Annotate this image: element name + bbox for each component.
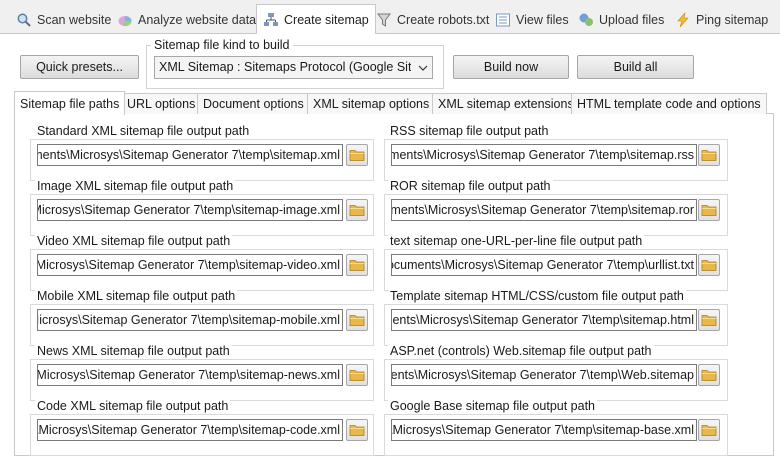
tab-sitemap-file-paths[interactable]: Sitemap file paths [14,91,126,115]
sitemap-options-tab-strip: Sitemap file paths URL options Document … [14,91,774,115]
pie-chart-icon [117,12,133,28]
tab-document-options[interactable]: Document options [197,93,310,114]
browse-folder-button[interactable] [346,364,368,386]
tab-scan-website[interactable]: Scan website [10,6,117,34]
path-value: ocuments\Microsys\Sitemap Generator 7\te… [391,258,694,272]
path-label: ROR sitemap file output path [388,179,553,193]
browse-folder-button[interactable] [346,199,368,221]
quick-presets-button[interactable]: Quick presets... [20,55,139,79]
folder-icon [349,148,365,162]
folder-icon [349,313,365,327]
tab-view-files[interactable]: View files [489,6,575,34]
folder-icon [701,423,717,437]
path-input[interactable]: \Microsys\Sitemap Generator 7\temp\sitem… [391,419,697,441]
browse-folder-button[interactable] [698,254,720,276]
path-input[interactable]: ments\Microsys\Sitemap Generator 7\temp\… [391,199,697,221]
path-input[interactable]: \Microsys\Sitemap Generator 7\temp\sitem… [37,419,343,441]
path-input[interactable]: ments\Microsys\Sitemap Generator 7\temp\… [37,144,343,166]
path-label: RSS sitemap file output path [388,124,551,138]
sitemap-kind-value: XML Sitemap : Sitemaps Protocol (Google … [159,60,411,74]
path-value: \Microsys\Sitemap Generator 7\temp\sitem… [37,313,340,327]
tab-analyze-website-data[interactable]: Analyze website data [111,6,262,34]
build-now-button[interactable]: Build now [453,55,569,79]
filter-icon [376,12,392,28]
folder-icon [349,258,365,272]
browse-folder-button[interactable] [346,144,368,166]
path-value: ents\Microsys\Sitemap Generator 7\temp\s… [392,313,694,327]
folder-icon [349,423,365,437]
path-input[interactable]: \Microsys\Sitemap Generator 7\temp\sitem… [37,309,343,331]
path-value: \Microsys\Sitemap Generator 7\temp\sitem… [391,423,694,437]
path-input[interactable]: ents\Microsys\Sitemap Generator 7\temp\s… [391,309,697,331]
path-input[interactable]: ,Microsys\Sitemap Generator 7\temp\sitem… [37,364,343,386]
path-label: Google Base sitemap file output path [388,399,597,413]
tab-create-sitemap[interactable]: Create sitemap [256,4,376,35]
path-label: Standard XML sitemap file output path [35,124,252,138]
tab-create-robots[interactable]: Create robots.txt [370,6,495,34]
folder-icon [701,203,717,217]
lightning-icon [675,11,691,28]
path-label: text sitemap one-URL-per-line file outpu… [388,234,645,248]
tab-ping-sitemap[interactable]: Ping sitemap [669,6,774,34]
folder-icon [701,368,717,382]
folder-icon [349,368,365,382]
path-value: ments\Microsys\Sitemap Generator 7\temp\… [37,148,340,162]
folder-icon [349,203,365,217]
tab-html-template[interactable]: HTML template code and options [571,93,767,114]
sitemap-kind-label: Sitemap file kind to build [151,38,293,52]
path-label: Template sitemap HTML/CSS/custom file ou… [388,289,686,303]
magnifier-icon [16,12,32,28]
tab-url-options[interactable]: URL options [121,93,202,114]
browse-folder-button[interactable] [346,254,368,276]
folder-icon [701,313,717,327]
path-label: Video XML sitemap file output path [35,234,233,248]
sitemap-kind-select[interactable]: XML Sitemap : Sitemaps Protocol (Google … [154,56,433,79]
list-icon [495,12,511,28]
main-tab-strip: Scan website Analyze website data Create… [0,0,780,35]
browse-folder-button[interactable] [698,419,720,441]
browse-folder-button[interactable] [698,364,720,386]
path-value: ments\Microsys\Sitemap Generator 7\temp\… [391,148,694,162]
browse-folder-button[interactable] [698,144,720,166]
path-input[interactable]: \Microsys\Sitemap Generator 7\temp\sitem… [37,254,343,276]
tab-upload-files[interactable]: Upload files [572,6,670,34]
browse-folder-button[interactable] [346,309,368,331]
path-label: News XML sitemap file output path [35,344,232,358]
path-input[interactable]: \Microsys\Sitemap Generator 7\temp\sitem… [37,199,343,221]
path-value: \Microsys\Sitemap Generator 7\temp\sitem… [37,203,340,217]
build-all-button[interactable]: Build all [577,55,694,79]
path-label: Image XML sitemap file output path [35,179,236,193]
path-label: Code XML sitemap file output path [35,399,231,413]
upload-icon [578,12,594,28]
path-value: ments\Microsys\Sitemap Generator 7\temp\… [391,368,694,382]
path-input[interactable]: ments\Microsys\Sitemap Generator 7\temp\… [391,144,697,166]
sitemap-icon [263,12,279,28]
path-input[interactable]: ments\Microsys\Sitemap Generator 7\temp\… [391,364,697,386]
browse-folder-button[interactable] [346,419,368,441]
path-value: ments\Microsys\Sitemap Generator 7\temp\… [391,203,694,217]
path-input[interactable]: ocuments\Microsys\Sitemap Generator 7\te… [391,254,697,276]
chevron-down-icon [414,57,432,78]
path-value: \Microsys\Sitemap Generator 7\temp\sitem… [37,423,340,437]
browse-folder-button[interactable] [698,199,720,221]
path-value: \Microsys\Sitemap Generator 7\temp\sitem… [37,258,340,272]
path-value: ,Microsys\Sitemap Generator 7\temp\sitem… [37,368,340,382]
tab-xml-sitemap-extensions[interactable]: XML sitemap extensions [432,93,580,114]
path-label: ASP.net (controls) Web.sitemap file outp… [388,344,654,358]
tab-xml-sitemap-options[interactable]: XML sitemap options [307,93,436,114]
folder-icon [701,258,717,272]
path-label: Mobile XML sitemap file output path [35,289,238,303]
folder-icon [701,148,717,162]
browse-folder-button[interactable] [698,309,720,331]
